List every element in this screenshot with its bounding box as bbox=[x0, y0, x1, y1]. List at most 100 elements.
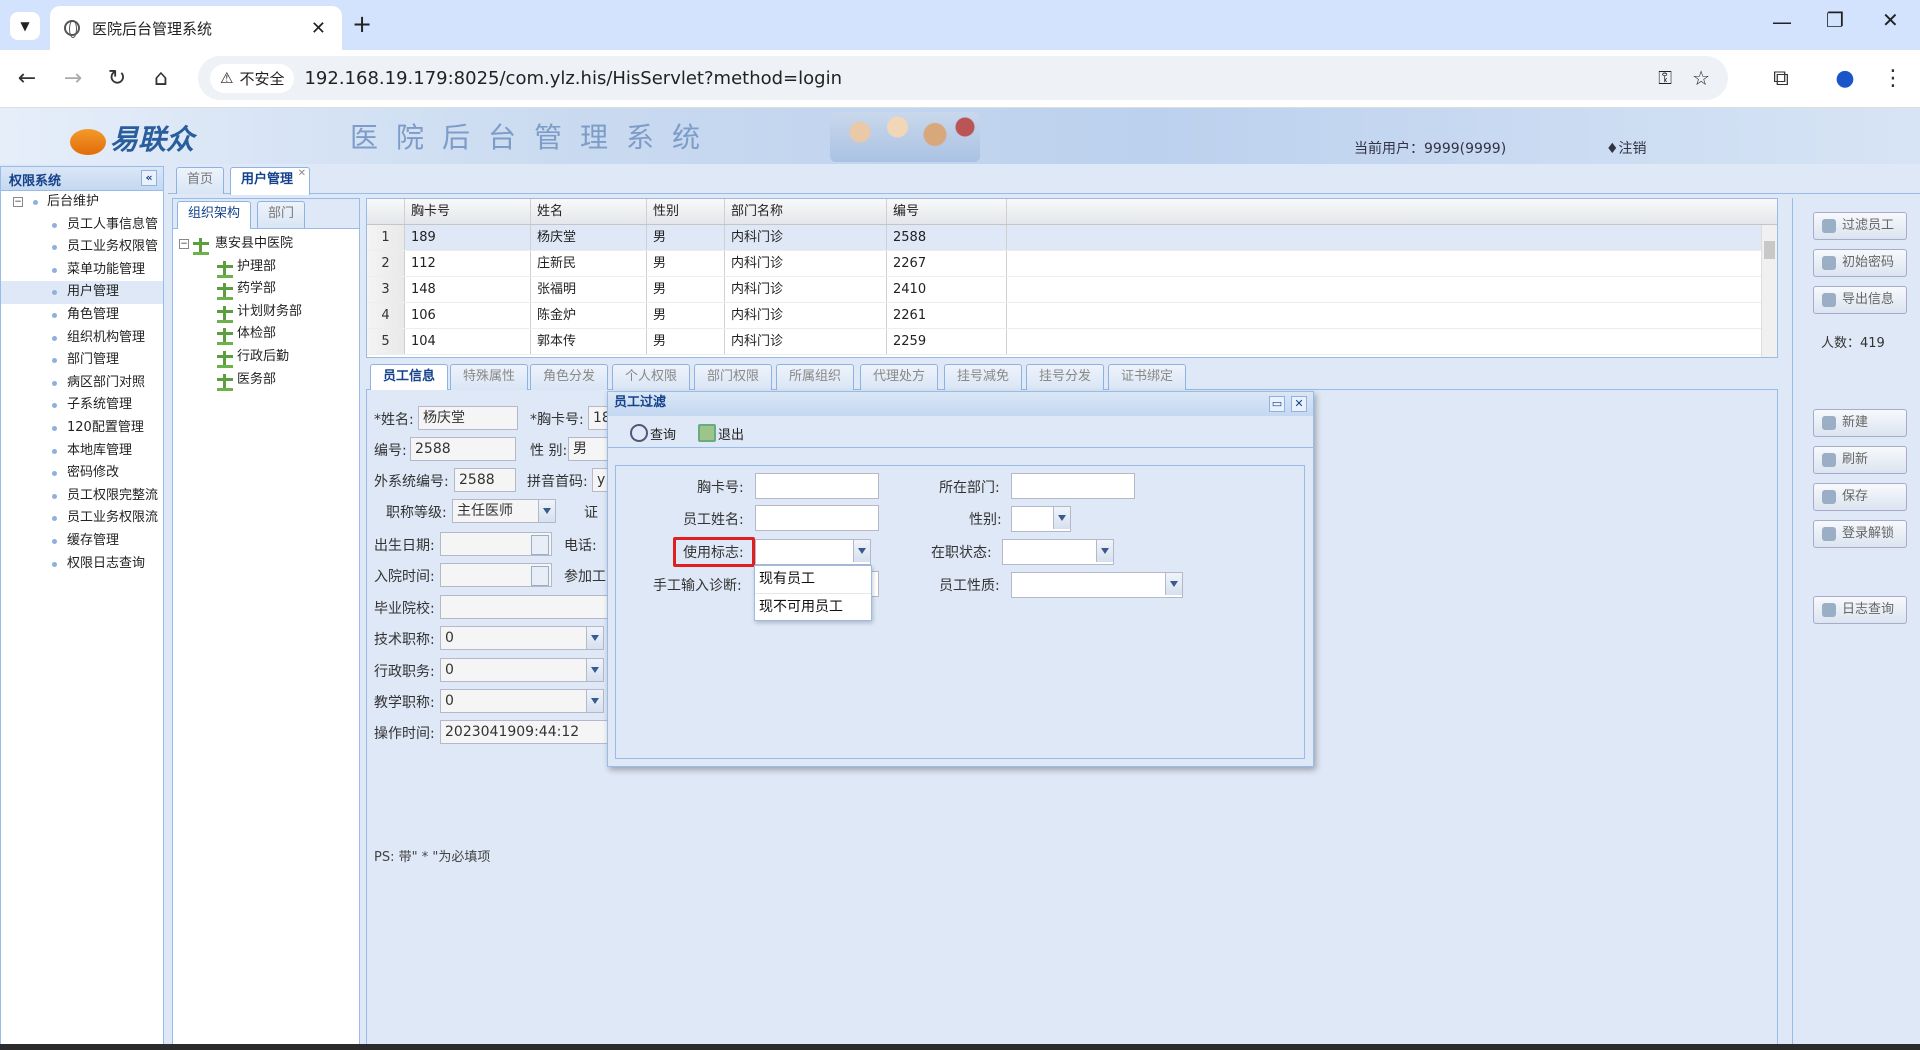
pinyin-field[interactable]: y bbox=[592, 468, 608, 492]
collapse-node-icon[interactable]: − bbox=[13, 197, 23, 207]
nav-item[interactable]: 员工业务权限流 bbox=[1, 507, 163, 530]
close-icon[interactable]: ✕ bbox=[1291, 396, 1307, 412]
restore-button[interactable]: ❐ bbox=[1826, 8, 1844, 32]
card-field[interactable]: 18 bbox=[588, 406, 608, 430]
detail-tab[interactable]: 所属组织 bbox=[776, 364, 855, 390]
detail-tab[interactable]: 角色分发 bbox=[530, 364, 609, 390]
nav-item[interactable]: 本地库管理 bbox=[1, 440, 163, 463]
filter-name-input[interactable] bbox=[755, 505, 879, 531]
forward-icon[interactable]: → bbox=[58, 64, 88, 94]
option-unavailable-staff[interactable]: 现不可用员工 bbox=[755, 593, 871, 620]
col-card[interactable]: 胸卡号 bbox=[405, 199, 531, 224]
detail-tab[interactable]: 特殊属性 bbox=[450, 364, 529, 390]
maximize-icon[interactable]: ▭ bbox=[1269, 396, 1285, 412]
key-icon[interactable]: ⚿ bbox=[1658, 68, 1672, 89]
org-dept-item[interactable]: 体检部 bbox=[173, 323, 359, 346]
query-button[interactable]: 查询 bbox=[628, 424, 676, 443]
nav-item[interactable]: 菜单功能管理 bbox=[1, 259, 163, 282]
nav-item[interactable]: 密码修改 bbox=[1, 462, 163, 485]
nav-item[interactable]: 缓存管理 bbox=[1, 530, 163, 553]
profile-icon[interactable]: ● bbox=[1830, 64, 1860, 94]
table-row[interactable]: 4 106 陈金炉男内科门诊 2261 bbox=[367, 303, 1777, 329]
org-dept-item[interactable]: 药学部 bbox=[173, 278, 359, 301]
col-dept[interactable]: 部门名称 bbox=[725, 199, 887, 224]
col-name[interactable]: 姓名 bbox=[531, 199, 647, 224]
omnibox[interactable]: ⚠ 不安全 192.168.19.179:8025/com.ylz.his/His… bbox=[198, 56, 1728, 100]
title-level-select[interactable]: 主任医师 bbox=[452, 499, 556, 523]
init-password-button[interactable]: 初始密码 bbox=[1813, 249, 1907, 277]
tab-close-icon[interactable]: ✕ bbox=[298, 162, 306, 186]
filter-nature-select[interactable] bbox=[1011, 572, 1183, 598]
new-tab-button[interactable]: + bbox=[352, 10, 372, 38]
tab-user-management[interactable]: 用户管理 ✕ bbox=[230, 167, 311, 195]
detail-tab[interactable]: 个人权限 bbox=[612, 364, 691, 390]
refresh-button[interactable]: 刷新 bbox=[1813, 446, 1907, 474]
org-dept-item[interactable]: 行政后勤 bbox=[173, 346, 359, 369]
detail-tab[interactable]: 挂号分发 bbox=[1026, 364, 1105, 390]
filter-dept-input[interactable] bbox=[1011, 473, 1135, 499]
detail-tab[interactable]: 部门权限 bbox=[694, 364, 773, 390]
security-chip[interactable]: ⚠ 不安全 bbox=[210, 63, 295, 93]
name-field[interactable]: 杨庆堂 bbox=[418, 406, 518, 430]
tree-root[interactable]: − 后台维护 bbox=[1, 191, 163, 214]
filter-card-input[interactable] bbox=[755, 473, 879, 499]
save-button[interactable]: 保存 bbox=[1813, 483, 1907, 511]
tab-list-button[interactable]: ▼ bbox=[10, 12, 40, 40]
filter-staff-button[interactable]: 过滤员工 bbox=[1813, 212, 1907, 240]
collapse-node-icon[interactable]: − bbox=[179, 239, 189, 249]
login-unlock-button[interactable]: 登录解锁 bbox=[1813, 520, 1907, 548]
filter-use-flag-select[interactable] bbox=[755, 539, 871, 565]
tab-home[interactable]: 首页 bbox=[176, 167, 225, 194]
logout-link[interactable]: ♦注销 bbox=[1606, 138, 1647, 158]
sex-field[interactable]: 男 bbox=[568, 437, 608, 461]
exit-button[interactable]: 退出 bbox=[696, 424, 744, 443]
admin-select[interactable]: 0 bbox=[440, 658, 604, 682]
nav-item[interactable]: 组织机构管理 bbox=[1, 327, 163, 350]
minimize-button[interactable]: — bbox=[1772, 10, 1792, 34]
detail-tab[interactable]: 证书绑定 bbox=[1108, 364, 1187, 390]
tab-org-structure[interactable]: 组织架构 bbox=[177, 201, 252, 229]
menu-icon[interactable]: ⋮ bbox=[1878, 64, 1908, 94]
org-dept-item[interactable]: 护理部 bbox=[173, 256, 359, 279]
star-icon[interactable]: ☆ bbox=[1692, 66, 1710, 90]
nav-item[interactable]: 部门管理 bbox=[1, 349, 163, 372]
nav-item[interactable]: 用户管理 bbox=[1, 281, 163, 304]
table-row[interactable]: 3 148 张福明男内科门诊 2410 bbox=[367, 277, 1777, 303]
grid-scrollbar[interactable] bbox=[1761, 225, 1777, 357]
nav-item[interactable]: 病区部门对照 bbox=[1, 372, 163, 395]
table-row[interactable]: 2 112 庄新民男内科门诊 2267 bbox=[367, 251, 1777, 277]
nav-item[interactable]: 角色管理 bbox=[1, 304, 163, 327]
tech-select[interactable]: 0 bbox=[440, 626, 604, 650]
teach-select[interactable]: 0 bbox=[440, 689, 604, 713]
export-info-button[interactable]: 导出信息 bbox=[1813, 286, 1907, 314]
nav-item[interactable]: 员工权限完整流 bbox=[1, 485, 163, 508]
table-row[interactable]: 1 189 杨庆堂男内科门诊 2588 bbox=[367, 225, 1777, 251]
nav-item[interactable]: 权限日志查询 bbox=[1, 553, 163, 576]
detail-tab[interactable]: 员工信息 bbox=[370, 364, 449, 390]
tab-department[interactable]: 部门 bbox=[257, 201, 306, 228]
detail-tab[interactable]: 挂号减免 bbox=[944, 364, 1023, 390]
join-date-field[interactable] bbox=[440, 563, 552, 587]
table-row[interactable]: 5 104 郭本传男内科门诊 2259 bbox=[367, 329, 1777, 355]
home-icon[interactable]: ⌂ bbox=[146, 64, 176, 94]
col-code[interactable]: 编号 bbox=[887, 199, 1007, 224]
org-dept-item[interactable]: 计划财务部 bbox=[173, 301, 359, 324]
org-root[interactable]: − 惠安县中医院 bbox=[173, 233, 359, 256]
url-text[interactable]: 192.168.19.179:8025/com.ylz.his/HisServl… bbox=[304, 68, 842, 89]
nav-item[interactable]: 员工业务权限管 bbox=[1, 236, 163, 259]
birth-date-field[interactable] bbox=[440, 532, 552, 556]
window-close-button[interactable]: ✕ bbox=[1882, 8, 1899, 32]
browser-tab[interactable]: 医院后台管理系统 ✕ bbox=[50, 6, 342, 50]
filter-status-select[interactable] bbox=[1002, 539, 1114, 565]
code-field[interactable]: 2588 bbox=[410, 437, 516, 461]
option-current-staff[interactable]: 现有员工 bbox=[755, 566, 871, 593]
collapse-icon[interactable]: « bbox=[141, 170, 157, 186]
new-button[interactable]: 新建 bbox=[1813, 409, 1907, 437]
tab-close-icon[interactable]: ✕ bbox=[311, 18, 326, 39]
nav-item[interactable]: 120配置管理 bbox=[1, 417, 163, 440]
back-icon[interactable]: ← bbox=[12, 64, 42, 94]
nav-item[interactable]: 子系统管理 bbox=[1, 394, 163, 417]
ext-code-field[interactable]: 2588 bbox=[454, 468, 516, 492]
dialog-titlebar[interactable]: 员工过滤 ▭ ✕ bbox=[608, 392, 1313, 416]
org-dept-item[interactable]: 医务部 bbox=[173, 369, 359, 392]
